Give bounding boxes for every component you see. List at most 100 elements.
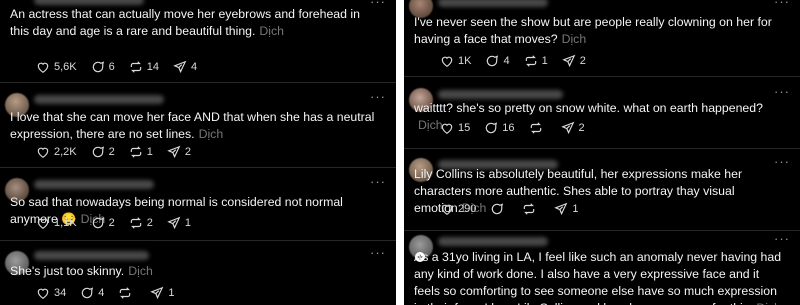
comment-icon bbox=[487, 55, 499, 67]
reply-button[interactable]: 4 bbox=[80, 286, 104, 300]
like-button[interactable]: 1K bbox=[440, 54, 471, 68]
reply-button[interactable]: 2 bbox=[91, 216, 115, 230]
comment-text: I love that she can move her face AND th… bbox=[10, 109, 382, 143]
repost-count: 14 bbox=[146, 61, 160, 73]
more-options-icon[interactable]: ··· bbox=[370, 89, 386, 104]
share-count: 1 bbox=[572, 203, 579, 215]
action-bar: 5,6K 6 14 4 bbox=[36, 60, 211, 74]
repost-count: 2 bbox=[146, 217, 153, 229]
comment-text: As a 31yo living in LA, I feel like such… bbox=[414, 249, 786, 305]
repost-button[interactable]: 1 bbox=[524, 54, 548, 68]
send-icon bbox=[167, 216, 181, 230]
reply-count: 16 bbox=[502, 122, 515, 134]
share-button[interactable]: 4 bbox=[173, 60, 197, 74]
like-count: 1,1K bbox=[54, 217, 77, 229]
like-count: 2,2K bbox=[54, 146, 77, 158]
threads-comments-screenshot: ··· An actress that can actually move he… bbox=[0, 0, 800, 305]
share-button[interactable]: 1 bbox=[150, 286, 175, 300]
translate-link[interactable]: Dịch bbox=[562, 32, 587, 46]
share-button[interactable]: 1 bbox=[554, 202, 578, 216]
share-count: 2 bbox=[579, 55, 586, 67]
repost-count: 1 bbox=[146, 146, 153, 158]
like-button[interactable]: 1,1K bbox=[36, 216, 77, 230]
like-button[interactable]: 34 bbox=[36, 286, 66, 300]
comment-body: As a 31yo living in LA, I feel like such… bbox=[414, 250, 782, 305]
share-count: 1 bbox=[168, 287, 175, 299]
repost-button[interactable]: 1 bbox=[129, 145, 153, 159]
repost-count: 1 bbox=[541, 55, 548, 67]
reply-count: 4 bbox=[503, 55, 510, 67]
blurred-username bbox=[34, 180, 154, 189]
share-button[interactable]: 1 bbox=[167, 216, 191, 230]
send-icon bbox=[561, 54, 576, 68]
repost-icon bbox=[120, 287, 131, 299]
comment-icon bbox=[92, 217, 104, 229]
like-count: 1K bbox=[458, 55, 472, 67]
translate-link[interactable]: Dịch bbox=[756, 301, 781, 305]
comment-text: An actress that can actually move her ey… bbox=[10, 6, 382, 40]
more-options-icon[interactable]: ··· bbox=[774, 84, 790, 99]
right-comment-column: ··· I've never seen the show but are peo… bbox=[404, 0, 800, 305]
reply-count: 6 bbox=[108, 61, 115, 73]
reply-button[interactable]: 2 bbox=[91, 145, 115, 159]
more-options-icon[interactable]: ··· bbox=[774, 231, 790, 246]
comment-body: An actress that can actually move her ey… bbox=[10, 7, 360, 38]
more-options-icon[interactable]: ··· bbox=[370, 174, 386, 189]
comment-post[interactable]: ··· I love that she can move her face AN… bbox=[0, 83, 396, 168]
share-count: 4 bbox=[191, 61, 198, 73]
translate-link[interactable]: Dịch bbox=[199, 127, 224, 141]
comment-icon bbox=[92, 146, 104, 158]
comment-post[interactable]: ··· I've never seen the show but are peo… bbox=[404, 0, 800, 77]
send-icon bbox=[167, 145, 181, 159]
translate-link[interactable]: Dịch bbox=[128, 264, 153, 278]
left-comment-column: ··· An actress that can actually move he… bbox=[0, 0, 396, 305]
comment-body: She's just too skinny. bbox=[10, 264, 125, 278]
reply-count: 2 bbox=[108, 217, 115, 229]
comment-post[interactable]: ··· An actress that can actually move he… bbox=[0, 0, 396, 83]
reply-button[interactable]: 6 bbox=[91, 60, 115, 74]
reply-button[interactable]: 16 bbox=[484, 121, 515, 135]
repost-button[interactable] bbox=[118, 286, 136, 300]
comment-text: I've never seen the show but are people … bbox=[414, 14, 786, 48]
share-button[interactable]: 2 bbox=[560, 121, 585, 135]
more-options-icon[interactable]: ··· bbox=[774, 0, 790, 9]
reply-button[interactable]: 4 bbox=[485, 54, 510, 68]
action-bar: 290 1 bbox=[440, 202, 592, 216]
heart-icon bbox=[37, 147, 49, 158]
translate-link[interactable]: Dịch bbox=[259, 24, 284, 38]
translate-link[interactable]: Dịch bbox=[418, 118, 443, 132]
like-button[interactable]: 5,6K bbox=[36, 60, 77, 74]
share-button[interactable]: 2 bbox=[561, 54, 586, 68]
reply-button[interactable] bbox=[490, 202, 508, 216]
like-count: 290 bbox=[458, 203, 477, 215]
blurred-username bbox=[34, 95, 164, 104]
repost-button[interactable]: 2 bbox=[129, 216, 153, 230]
more-options-icon[interactable]: ··· bbox=[370, 245, 386, 260]
like-button[interactable]: 15 bbox=[440, 121, 470, 135]
heart-icon bbox=[441, 123, 453, 134]
share-button[interactable]: 2 bbox=[167, 145, 191, 159]
like-button[interactable]: 290 bbox=[440, 202, 476, 216]
like-count: 5,6K bbox=[54, 61, 77, 73]
blurred-username bbox=[438, 237, 548, 246]
comment-post[interactable]: ··· waitttt? she's so pretty on snow whi… bbox=[404, 78, 800, 149]
like-button[interactable]: 2,2K bbox=[36, 145, 77, 159]
repost-icon bbox=[130, 217, 142, 229]
repost-icon bbox=[530, 122, 541, 134]
comment-post[interactable]: ··· She's just too skinny. Dịch 34 4 1 bbox=[0, 241, 396, 305]
comment-post[interactable]: ··· Lily Collins is absolutely beautiful… bbox=[404, 150, 800, 231]
comment-body: I love that she can move her face AND th… bbox=[10, 110, 375, 141]
repost-button[interactable] bbox=[529, 121, 547, 135]
comment-post[interactable]: ··· So sad that nowadays being normal is… bbox=[0, 168, 396, 241]
like-count: 34 bbox=[54, 287, 67, 299]
comment-icon bbox=[82, 287, 94, 299]
send-icon bbox=[560, 121, 574, 135]
reply-count: 2 bbox=[108, 146, 115, 158]
repost-button[interactable]: 14 bbox=[129, 60, 159, 74]
repost-button[interactable] bbox=[522, 202, 540, 216]
heart-icon bbox=[37, 218, 49, 229]
comment-post[interactable]: + ··· As a 31yo living in LA, I feel lik… bbox=[404, 231, 800, 305]
repost-icon bbox=[130, 146, 142, 158]
comment-icon bbox=[492, 203, 504, 215]
comment-body: waitttt? she's so pretty on snow white. … bbox=[414, 101, 763, 115]
